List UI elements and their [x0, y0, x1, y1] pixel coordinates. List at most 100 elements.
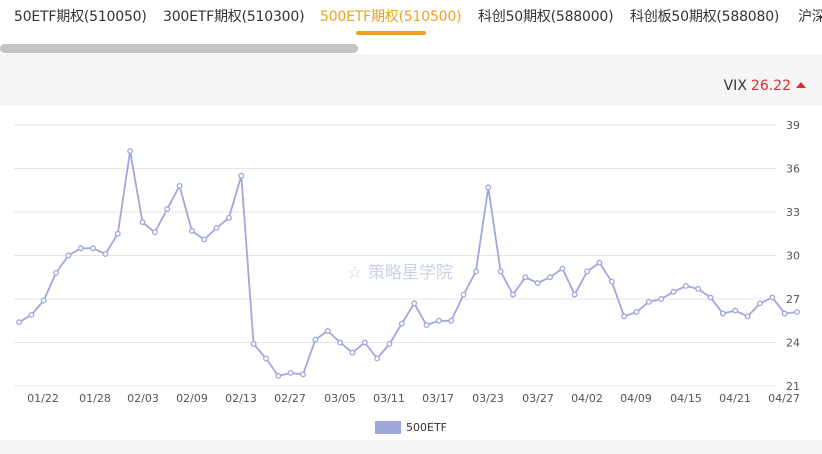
data-point — [312, 336, 319, 343]
x-tick-label: 04/27 — [768, 392, 800, 405]
data-point — [188, 227, 195, 234]
data-point — [53, 269, 59, 276]
chart-legend[interactable]: 500ETF — [375, 421, 447, 434]
tab-kechuangban50[interactable]: 科创板50期权(588080) — [630, 6, 779, 26]
data-point — [176, 182, 183, 189]
data-point — [621, 313, 628, 320]
chart-area: 21 24 27 30 33 36 39 01/22 01/28 02/03 02/09 02/13 0… — [0, 106, 822, 440]
data-point — [398, 320, 405, 327]
y-tick-label: 30 — [786, 250, 800, 263]
horizontal-scrollbar[interactable] — [0, 44, 358, 53]
tab-300etf[interactable]: 300ETF期权(510300) — [163, 6, 305, 26]
data-point — [510, 291, 516, 298]
data-point — [324, 327, 331, 334]
data-point — [225, 214, 232, 221]
data-point — [28, 311, 35, 318]
data-point — [263, 355, 269, 362]
legend-label: 500ETF — [406, 421, 447, 434]
vix-readout: VIX 26.22 — [724, 78, 806, 94]
data-point — [164, 206, 171, 213]
data-point — [423, 322, 430, 329]
vix-value: 26.22 — [750, 78, 791, 94]
data-point — [584, 268, 591, 275]
x-tick-label: 04/15 — [670, 392, 702, 405]
data-point — [435, 317, 442, 324]
data-point — [472, 268, 479, 275]
data-point — [114, 230, 121, 237]
data-point — [151, 229, 158, 236]
data-point — [682, 282, 689, 289]
x-tick-label: 02/03 — [127, 392, 159, 405]
y-tick-label: 24 — [786, 337, 800, 350]
data-point — [497, 268, 504, 275]
x-tick-label: 01/28 — [79, 392, 111, 405]
data-point — [460, 291, 467, 298]
tab-hushen[interactable]: 沪深 — [798, 6, 822, 26]
data-point — [250, 340, 257, 347]
data-point — [596, 259, 603, 266]
vix-label: VIX — [723, 78, 747, 94]
x-tick-label: 03/27 — [522, 392, 554, 405]
data-point — [77, 245, 84, 252]
y-tick-label: 39 — [786, 119, 800, 132]
vix-line-chart: 2124273033363901/22 01/28 02/03 02/09 02/13 0… — [14, 119, 800, 405]
data-point — [349, 349, 356, 356]
tab-50etf[interactable]: 50ETF期权(510050) — [14, 6, 147, 26]
x-tick-label: 03/11 — [373, 392, 405, 405]
data-point — [361, 339, 368, 346]
x-tick-label: 04/02 — [571, 392, 603, 405]
data-point — [757, 300, 763, 307]
tab-kechuang50[interactable]: 科创50期权(588000) — [478, 6, 614, 26]
data-point — [411, 300, 418, 307]
data-point — [65, 252, 72, 259]
data-point — [608, 278, 615, 285]
data-point — [645, 298, 652, 305]
x-tick-label: 04/21 — [719, 392, 751, 405]
data-point — [719, 310, 726, 317]
data-point — [337, 339, 344, 346]
data-point — [213, 224, 220, 231]
data-point — [534, 280, 541, 286]
x-tick-label: 03/23 — [472, 392, 504, 405]
data-point — [522, 274, 529, 281]
data-point — [658, 296, 665, 302]
data-point — [695, 285, 702, 292]
data-point — [633, 309, 640, 315]
data-point — [571, 291, 578, 298]
legend-swatch — [375, 421, 401, 434]
data-point — [781, 310, 788, 317]
data-point — [287, 370, 294, 376]
x-tick-label: 02/27 — [274, 392, 306, 405]
x-tick-label: 02/13 — [225, 392, 257, 405]
data-point — [794, 309, 800, 315]
data-point — [374, 355, 381, 362]
data-point — [102, 251, 109, 257]
up-arrow-icon — [796, 82, 806, 88]
data-point — [40, 297, 47, 304]
data-point — [16, 319, 22, 326]
data-point — [485, 184, 492, 191]
tab-500etf[interactable]: 500ETF期权(510500) — [320, 6, 462, 26]
x-tick-label: 01/22 — [27, 392, 59, 405]
y-tick-label: 33 — [786, 206, 800, 219]
x-tick-label: 03/17 — [422, 392, 454, 405]
data-point — [127, 148, 134, 155]
data-point — [448, 317, 455, 324]
data-point — [707, 294, 714, 301]
y-tick-label: 36 — [786, 163, 800, 176]
watermark-text: ☆ 策略星学院 — [347, 263, 453, 283]
data-point — [744, 313, 751, 320]
data-point — [670, 288, 677, 295]
data-point — [559, 265, 566, 272]
x-tick-label: 02/09 — [176, 392, 208, 405]
y-tick-label: 27 — [786, 293, 800, 306]
x-tick-label: 04/09 — [620, 392, 652, 405]
data-point — [732, 307, 739, 314]
data-point — [201, 236, 208, 243]
data-point — [300, 371, 306, 378]
data-point — [769, 294, 776, 301]
data-point — [90, 245, 97, 252]
x-tick-label: 03/05 — [324, 392, 356, 405]
data-point — [547, 274, 553, 281]
data-point — [386, 340, 393, 347]
